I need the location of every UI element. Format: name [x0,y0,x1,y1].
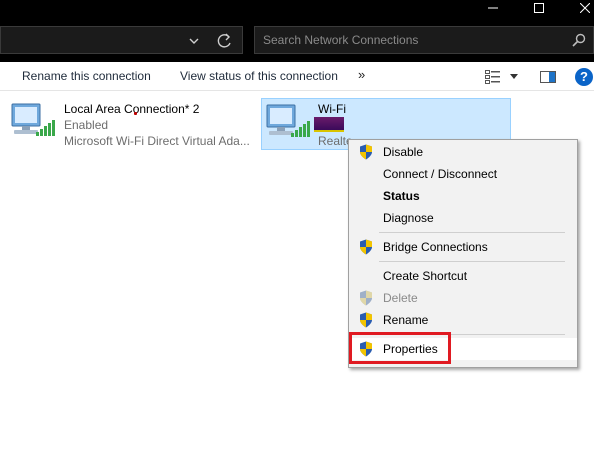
connection-device: Microsoft Wi-Fi Direct Virtual Ada... [64,134,250,148]
command-bar: Rename this connection View status of th… [0,62,594,91]
menu-item-label: Bridge Connections [383,240,488,254]
menu-item-delete: Delete [349,287,577,309]
address-bar[interactable] [0,26,243,54]
menu-item-create-shortcut[interactable]: Create Shortcut [349,265,577,287]
rename-connection-button[interactable]: Rename this connection [22,69,151,83]
help-icon[interactable]: ? [575,68,593,86]
connection-name: Wi-Fi [318,102,346,116]
minimize-button[interactable] [478,0,508,16]
redacted-network-name [314,117,344,132]
navigation-bar: Search Network Connections [0,16,594,62]
menu-item-rename[interactable]: Rename [349,309,577,331]
uac-shield-icon [360,239,372,255]
menu-item-label: Rename [383,313,429,327]
close-icon [580,3,590,13]
connection-item-local-area[interactable]: Local Area Connection* 2 Enabled Microso… [10,98,260,150]
menu-separator [379,232,565,233]
maximize-icon [534,3,544,13]
menu-item-status[interactable]: Status [349,185,577,207]
connection-name: Local Area Connection* 2 [64,102,200,116]
search-icon[interactable] [571,32,587,48]
refresh-icon[interactable] [215,31,235,51]
search-placeholder: Search Network Connections [263,33,419,47]
change-view-icon[interactable] [485,70,501,84]
highlight-annotation-box [349,332,451,364]
menu-item-connect-disconnect[interactable]: Connect / Disconnect [349,163,577,185]
menu-item-bridge-connections[interactable]: Bridge Connections [349,236,577,258]
menu-item-label: Disable [383,145,424,159]
menu-item-label: Delete [383,291,418,305]
uac-shield-icon [360,290,372,306]
minimize-icon [488,7,498,9]
chevron-down-icon[interactable] [184,33,204,49]
menu-item-disable[interactable]: Disable [349,141,577,163]
view-options-dropdown[interactable] [510,74,518,79]
view-status-button[interactable]: View status of this connection [180,69,338,83]
menu-item-diagnose[interactable]: Diagnose [349,207,577,229]
uac-shield-icon [360,144,372,160]
preview-pane-icon[interactable] [540,71,556,83]
menu-item-label: Status [383,189,420,203]
menu-separator [379,261,565,262]
menu-item-label: Connect / Disconnect [383,167,498,181]
search-box[interactable]: Search Network Connections [254,26,594,54]
close-button[interactable] [570,0,594,16]
uac-shield-icon [360,312,372,328]
connection-status: Enabled [64,118,109,132]
network-adapter-icon [266,104,310,137]
more-commands-button[interactable]: » [358,67,365,82]
menu-item-label: Create Shortcut [383,269,468,283]
cursor-mark [134,112,137,115]
menu-item-label: Diagnose [383,211,434,225]
network-adapter-icon [11,103,55,136]
maximize-button[interactable] [524,0,554,16]
title-bar [0,0,594,16]
